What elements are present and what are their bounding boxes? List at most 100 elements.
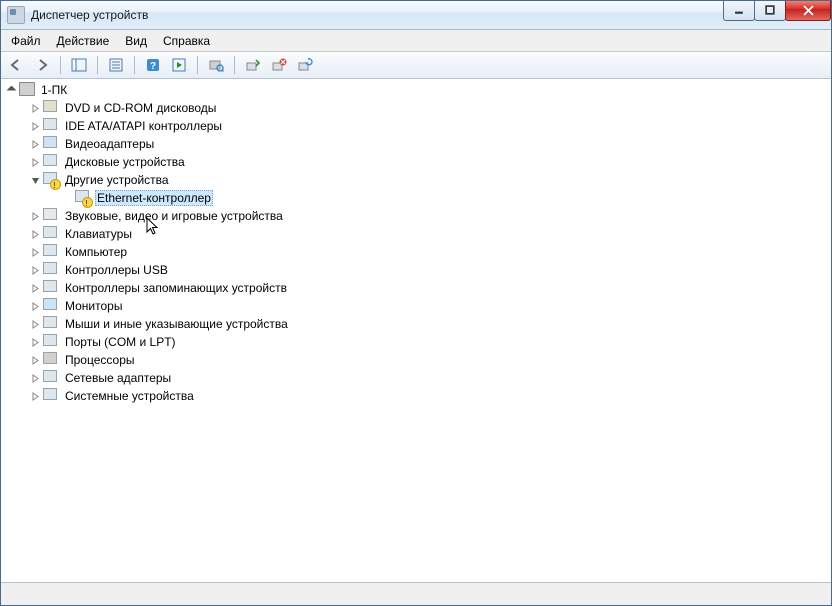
tree-item-other[interactable]: Другие устройства: [29, 171, 831, 189]
monitor-icon: [43, 298, 59, 314]
expand-icon[interactable]: [29, 120, 41, 132]
expand-icon[interactable]: [29, 264, 41, 276]
close-button[interactable]: [785, 0, 831, 21]
node-label: Системные устройства: [63, 389, 196, 403]
disk-drive-icon: [43, 154, 59, 170]
toolbar-separator: [197, 56, 198, 74]
uninstall-button[interactable]: [268, 54, 290, 76]
back-button[interactable]: [5, 54, 27, 76]
tree-item-ports[interactable]: Порты (COM и LPT): [29, 333, 831, 351]
scan-button[interactable]: [205, 54, 227, 76]
tree-item-disk[interactable]: Дисковые устройства: [29, 153, 831, 171]
expand-icon[interactable]: [29, 138, 41, 150]
close-icon: [803, 5, 814, 16]
node-label: Контроллеры USB: [63, 263, 170, 277]
show-hide-tree-button[interactable]: [68, 54, 90, 76]
menubar: Файл Действие Вид Справка: [1, 30, 831, 52]
expand-icon[interactable]: [29, 300, 41, 312]
expand-icon[interactable]: [29, 282, 41, 294]
tree-leaf-spacer: [61, 192, 73, 204]
tree-item-dvd[interactable]: DVD и CD-ROM дисководы: [29, 99, 831, 117]
update-driver-icon: [245, 57, 261, 73]
node-label: Видеоадаптеры: [63, 137, 156, 151]
minimize-button[interactable]: [723, 0, 755, 21]
disable-button[interactable]: [294, 54, 316, 76]
properties-button[interactable]: [105, 54, 127, 76]
expand-icon[interactable]: [29, 228, 41, 240]
menu-view[interactable]: Вид: [117, 32, 155, 50]
tree-item-ide[interactable]: IDE ATA/ATAPI контроллеры: [29, 117, 831, 135]
node-label: IDE ATA/ATAPI контроллеры: [63, 119, 224, 133]
system-device-icon: [43, 388, 59, 404]
tree-root[interactable]: 1-ПК: [5, 81, 831, 99]
node-label: Компьютер: [63, 245, 129, 259]
tree-item-computer[interactable]: Компьютер: [29, 243, 831, 261]
toolbar-separator: [234, 56, 235, 74]
device-tree[interactable]: 1-ПК DVD и CD-ROM дисководы IDE ATA/ATAP…: [1, 79, 831, 582]
toolbar-separator: [134, 56, 135, 74]
expand-icon[interactable]: [29, 318, 41, 330]
update-driver-button[interactable]: [242, 54, 264, 76]
tree-item-video[interactable]: Видеоадаптеры: [29, 135, 831, 153]
node-label: Звуковые, видео и игровые устройства: [63, 209, 285, 223]
unknown-device-icon: [75, 190, 91, 206]
usb-icon: [43, 262, 59, 278]
menu-file[interactable]: Файл: [3, 32, 49, 50]
node-label: Мониторы: [63, 299, 124, 313]
dvd-drive-icon: [43, 100, 59, 116]
expand-icon[interactable]: [29, 246, 41, 258]
collapse-icon[interactable]: [29, 174, 41, 186]
expand-icon[interactable]: [29, 102, 41, 114]
tree-item-monitor[interactable]: Мониторы: [29, 297, 831, 315]
menu-help[interactable]: Справка: [155, 32, 218, 50]
panel-icon: [71, 57, 87, 73]
svg-text:?: ?: [150, 61, 156, 72]
uninstall-icon: [271, 57, 287, 73]
play-icon: [171, 57, 187, 73]
help-icon: ?: [145, 57, 161, 73]
node-label: Дисковые устройства: [63, 155, 187, 169]
expand-icon[interactable]: [29, 210, 41, 222]
expand-icon[interactable]: [29, 390, 41, 402]
app-icon: [7, 6, 25, 24]
network-adapter-icon: [43, 370, 59, 386]
tree-item-sound[interactable]: Звуковые, видео и игровые устройства: [29, 207, 831, 225]
toolbar: ?: [1, 52, 831, 79]
storage-controller-icon: [43, 280, 59, 296]
tree-item-cpu[interactable]: Процессоры: [29, 351, 831, 369]
node-label: Клавиатуры: [63, 227, 134, 241]
tree-item-ethernet[interactable]: Ethernet-контроллер: [47, 189, 831, 207]
expand-icon[interactable]: [29, 354, 41, 366]
node-label: Сетевые адаптеры: [63, 371, 173, 385]
tree-item-mouse[interactable]: Мыши и иные указывающие устройства: [29, 315, 831, 333]
node-label: DVD и CD-ROM дисководы: [63, 101, 218, 115]
other-devices-icon: [43, 172, 59, 188]
processor-icon: [43, 352, 59, 368]
maximize-icon: [765, 5, 776, 16]
node-label: 1-ПК: [39, 83, 69, 97]
tree-item-net[interactable]: Сетевые адаптеры: [29, 369, 831, 387]
help-button[interactable]: ?: [142, 54, 164, 76]
computer-category-icon: [43, 244, 59, 260]
action-button[interactable]: [168, 54, 190, 76]
node-label: Ethernet-контроллер: [95, 190, 213, 206]
expand-icon[interactable]: [29, 372, 41, 384]
minimize-icon: [734, 5, 745, 16]
tree-item-keyboard[interactable]: Клавиатуры: [29, 225, 831, 243]
expand-icon[interactable]: [29, 336, 41, 348]
collapse-icon[interactable]: [5, 84, 17, 96]
tree-item-system[interactable]: Системные устройства: [29, 387, 831, 405]
sound-icon: [43, 208, 59, 224]
mouse-icon: [43, 316, 59, 332]
maximize-button[interactable]: [754, 0, 786, 21]
expand-icon[interactable]: [29, 156, 41, 168]
statusbar: [1, 582, 831, 605]
keyboard-icon: [43, 226, 59, 242]
menu-action[interactable]: Действие: [49, 32, 118, 50]
tree-item-usb[interactable]: Контроллеры USB: [29, 261, 831, 279]
node-label: Другие устройства: [63, 173, 171, 187]
titlebar[interactable]: Диспетчер устройств: [1, 1, 831, 30]
tree-item-storage[interactable]: Контроллеры запоминающих устройств: [29, 279, 831, 297]
forward-button[interactable]: [31, 54, 53, 76]
computer-icon: [19, 82, 35, 98]
